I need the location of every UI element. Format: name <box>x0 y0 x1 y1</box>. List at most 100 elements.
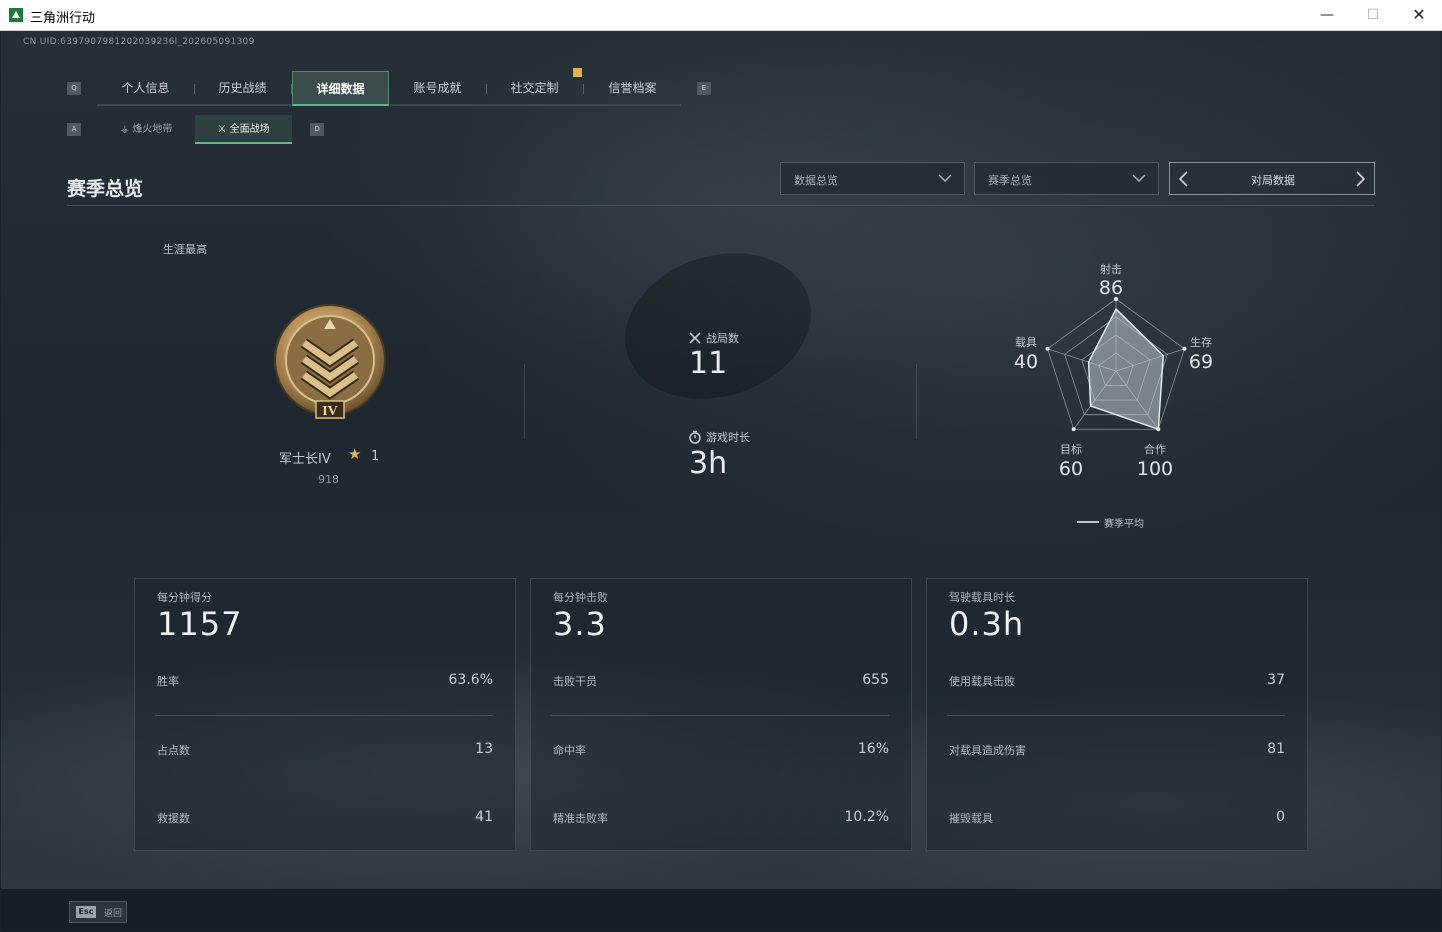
subtab-havoc-zone[interactable]: ⚶ 烽火地带 <box>98 115 195 144</box>
radar-label-cooperation: 合作 <box>1144 443 1166 456</box>
card-row-label: 击败干员 <box>553 675 597 688</box>
minimize-button[interactable]: — <box>1304 0 1350 31</box>
chevron-right-icon[interactable] <box>1352 170 1368 188</box>
card-row-divider <box>155 715 493 716</box>
close-button[interactable]: ✕ <box>1396 0 1442 31</box>
matches-label: 战局数 <box>706 332 739 345</box>
card-row-value: 16% <box>857 741 889 757</box>
subtab-next-key-hint[interactable]: D <box>310 123 324 136</box>
radar-vertex-vehicle <box>1045 346 1050 351</box>
card-main-value: 1157 <box>157 605 243 643</box>
pager-label: 对局数据 <box>1251 174 1295 187</box>
card-title: 每分钟击败 <box>553 591 608 604</box>
player-uid: CN UID:6397907981202039236l_202605091309 <box>23 37 255 47</box>
rank-numeral: IV <box>322 404 338 419</box>
battlefield-icon: ⚔ <box>217 124 227 135</box>
stat-card-vehicle: 驾驶载具时长 0.3h 使用载具击败 37 对载具造成伤害 81 摧毁载具 0 <box>926 578 1308 851</box>
season-dropdown-value: 赛季总览 <box>988 174 1032 187</box>
card-row-label: 摧毁载具 <box>949 812 993 825</box>
radar-legend-label: 赛季平均 <box>1104 519 1144 530</box>
card-row-value: 10.2% <box>844 809 889 825</box>
subtab-havoc-zone-label: 烽火地带 <box>132 124 173 135</box>
tab-credit-record[interactable]: 信誉档案 <box>584 71 681 106</box>
game-viewport: CN UID:6397907981202039236l_202605091309… <box>1 31 1441 931</box>
card-main-value: 0.3h <box>949 605 1025 643</box>
rank-name: 军士长IV <box>279 452 331 467</box>
season-dropdown[interactable]: 赛季总览 <box>974 162 1159 195</box>
column-divider <box>916 364 917 439</box>
card-row-label: 救援数 <box>157 812 190 825</box>
subtab-prev-key-hint[interactable]: A <box>67 123 81 136</box>
crossed-swords-icon <box>689 332 701 344</box>
bottom-bar <box>1 889 1441 931</box>
data-type-dropdown-value: 数据总览 <box>794 174 838 187</box>
radar-label-shooting: 射击 <box>1100 263 1122 276</box>
radar-value-objective: 60 <box>1058 458 1084 480</box>
card-row-divider <box>947 715 1285 716</box>
playtime-label: 游戏时长 <box>706 431 750 444</box>
tab-prev-key-hint[interactable]: Q <box>67 82 81 95</box>
background-satellite-dish <box>606 230 830 422</box>
rank-points: 918 <box>318 473 339 486</box>
star-icon: ★ <box>348 445 362 463</box>
data-type-dropdown[interactable]: 数据总览 <box>780 162 965 195</box>
maximize-button[interactable]: ☐ <box>1350 0 1396 31</box>
card-row-value: 63.6% <box>448 672 493 688</box>
radar-value-shooting: 86 <box>1098 277 1124 299</box>
card-row-value: 13 <box>475 741 493 757</box>
matches-value: 11 <box>689 346 728 381</box>
playtime-value: 3h <box>689 446 728 481</box>
radar-vertex-objective <box>1071 427 1076 432</box>
card-title: 驾驶载具时长 <box>949 591 1015 604</box>
app-logo-icon <box>9 8 23 22</box>
card-row-divider <box>551 715 889 716</box>
tab-match-history[interactable]: 历史战绩 <box>194 71 291 106</box>
radar-value-cooperation: 100 <box>1136 458 1174 480</box>
subtab-full-battlefield[interactable]: ⚔ 全面战场 <box>195 115 292 144</box>
card-row-label: 精准击败率 <box>553 812 608 825</box>
card-row-label: 使用载具击败 <box>949 675 1015 688</box>
card-row-value: 81 <box>1267 741 1285 757</box>
stat-card-kills: 每分钟击败 3.3 击败干员 655 命中率 16% 精准击败率 10.2% <box>530 578 912 851</box>
notification-badge-icon <box>573 68 582 77</box>
window-titlebar: 三角洲行动 — ☐ ✕ <box>0 0 1442 31</box>
card-main-value: 3.3 <box>553 605 607 643</box>
radar-value-vehicle: 40 <box>1013 351 1039 373</box>
radar-label-survival: 生存 <box>1190 336 1212 349</box>
window-title: 三角洲行动 <box>30 11 96 26</box>
radar-label-vehicle: 载具 <box>1015 336 1037 349</box>
card-row-label: 命中率 <box>553 744 586 757</box>
radar-vertex-cooperation <box>1156 427 1161 432</box>
rank-badge-icon: IV <box>274 304 386 419</box>
card-row-value: 0 <box>1276 809 1285 825</box>
back-button[interactable]: Esc 返回 <box>69 901 127 923</box>
column-divider <box>524 364 525 439</box>
radar-value-survival: 69 <box>1188 351 1214 373</box>
radar-label-objective: 目标 <box>1060 443 1082 456</box>
chevron-down-icon <box>1132 174 1146 183</box>
tab-next-key-hint[interactable]: E <box>697 82 711 95</box>
tab-achievements[interactable]: 账号成就 <box>389 71 486 106</box>
rank-star-count: 1 <box>371 449 380 464</box>
flame-zone-icon: ⚶ <box>120 124 130 135</box>
main-tab-bar: 个人信息 历史战绩 详细数据 账号成就 社交定制 信誉档案 <box>97 71 681 106</box>
career-best-label: 生涯最高 <box>163 243 207 256</box>
radar-legend-swatch <box>1077 521 1099 523</box>
stopwatch-icon <box>689 430 701 444</box>
section-title: 赛季总览 <box>67 178 144 200</box>
tab-detailed-data[interactable]: 详细数据 <box>292 71 389 106</box>
match-data-pager: 对局数据 <box>1169 162 1375 195</box>
stat-card-score: 每分钟得分 1157 胜率 63.6% 占点数 13 救援数 41 <box>134 578 516 851</box>
chevron-down-icon <box>938 174 952 183</box>
back-label: 返回 <box>104 909 123 919</box>
card-row-value: 37 <box>1267 672 1285 688</box>
subtab-full-battlefield-label: 全面战场 <box>229 124 270 135</box>
card-row-label: 对载具造成伤害 <box>949 744 1026 757</box>
tab-personal-info[interactable]: 个人信息 <box>97 71 194 106</box>
card-row-label: 胜率 <box>157 675 179 688</box>
radar-value-polygon <box>1087 307 1165 431</box>
section-divider <box>67 205 1375 206</box>
card-row-value: 41 <box>475 809 493 825</box>
esc-key-icon: Esc <box>76 906 96 918</box>
tab-social-custom[interactable]: 社交定制 <box>486 71 583 106</box>
